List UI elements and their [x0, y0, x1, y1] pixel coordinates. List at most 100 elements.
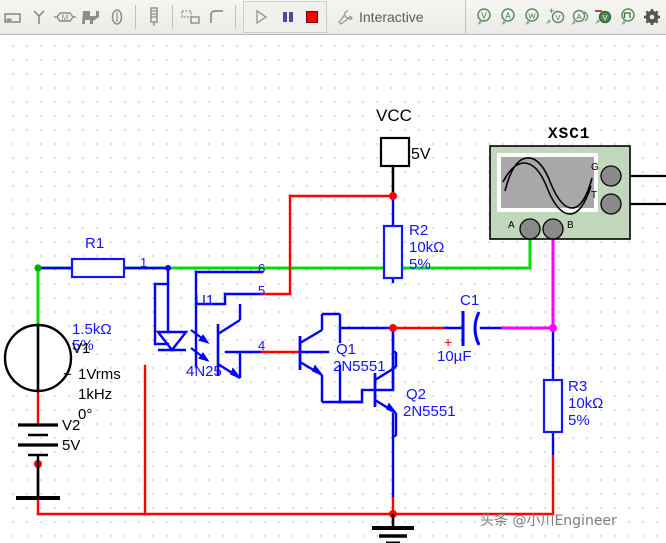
- simulation-mode-selector[interactable]: Interactive: [335, 4, 424, 30]
- wire-blue-optocoupler: [194, 270, 264, 368]
- junction-vcc: [389, 192, 397, 200]
- schematic-canvas[interactable]: R1 1.5kΩ 5% R2 10kΩ 5% R3 10kΩ 5% C1 + 1…: [0, 36, 666, 543]
- svg-text:A: A: [505, 12, 511, 21]
- label-xsc1-ref: XSC1: [548, 125, 591, 143]
- differential-voltage-probe-icon[interactable]: V +: [544, 4, 568, 30]
- label-vcc-ref: VCC: [376, 106, 412, 125]
- junction-output: [549, 324, 557, 332]
- label-u1-pin6: 6: [258, 261, 266, 276]
- reference-voltage-probe-icon[interactable]: V: [592, 4, 616, 30]
- junction-green-input: [34, 264, 42, 272]
- svg-text:A: A: [576, 12, 581, 21]
- junction-dots-blue: [165, 265, 171, 271]
- stop-simulation-button[interactable]: [300, 4, 324, 30]
- label-u1-part: 4N25: [186, 363, 222, 380]
- pause-simulation-button[interactable]: [276, 4, 300, 30]
- label-r3-ref: R3: [568, 378, 588, 395]
- simulation-run-controls: [243, 1, 327, 33]
- multisim-window: M Interactive V A W V + A V R1 1.5kΩ 5% …: [0, 0, 666, 543]
- simulation-mode-label: Interactive: [359, 9, 424, 25]
- label-v1-ref: V1: [72, 340, 91, 357]
- label-v1-wave-symbol: ~: [63, 366, 72, 383]
- label-scope-terminal-b: B: [567, 220, 574, 231]
- label-q2-ref: Q2: [406, 386, 427, 403]
- component-vcc[interactable]: [379, 136, 411, 168]
- junction-collector: [389, 324, 397, 332]
- component-c1[interactable]: [461, 311, 481, 346]
- wrench-icon: [335, 4, 355, 30]
- label-r3-tolerance: 5%: [568, 412, 590, 429]
- label-u1-pin4: 4: [258, 338, 266, 353]
- label-r3-value: 10kΩ: [568, 395, 604, 412]
- wire-red-vcc: [260, 164, 395, 296]
- schematic-drawing: [3, 136, 666, 543]
- svg-text:V: V: [555, 13, 560, 22]
- digital-probe-icon[interactable]: [616, 4, 640, 30]
- wattmeter-probe-icon[interactable]: W: [520, 4, 544, 30]
- scope-terminal-a: [519, 218, 541, 240]
- svg-text:M: M: [62, 14, 69, 23]
- label-scope-terminal-a: A: [508, 220, 515, 231]
- main-toolbar: M Interactive V A W V + A V: [0, 0, 666, 35]
- measurement-probe-icon[interactable]: [141, 4, 167, 30]
- place-antenna-icon[interactable]: [26, 4, 52, 30]
- label-q1-part: 2N5551: [333, 358, 386, 375]
- label-r1-ref: R1: [85, 235, 105, 252]
- label-r2-value: 10kΩ: [409, 239, 445, 256]
- voltmeter-probe-icon[interactable]: V: [472, 4, 496, 30]
- component-v2-battery[interactable]: [18, 423, 58, 464]
- label-r2-tolerance: 5%: [409, 256, 431, 273]
- ground-symbol-left[interactable]: [16, 464, 60, 500]
- label-q2-part: 2N5551: [403, 403, 456, 420]
- watermark-text: 头条 @小川Engineer: [480, 513, 617, 529]
- ground-symbol-main[interactable]: [372, 514, 414, 543]
- current-probe-icon[interactable]: A: [568, 4, 592, 30]
- toolbar-place-group: M: [0, 0, 130, 34]
- svg-text:+: +: [549, 6, 554, 16]
- place-text-icon[interactable]: [104, 4, 130, 30]
- run-simulation-button[interactable]: [246, 4, 276, 30]
- component-r3[interactable]: [542, 378, 564, 434]
- optocoupler-light-arrows: [190, 329, 210, 362]
- place-bus-icon[interactable]: [0, 4, 26, 30]
- ammeter-probe-icon[interactable]: A: [496, 4, 520, 30]
- postprocessor-icon[interactable]: [204, 4, 230, 30]
- place-hierarchical-block-icon[interactable]: M: [52, 4, 78, 30]
- label-r2-ref: R2: [409, 222, 429, 239]
- component-r2[interactable]: [382, 224, 404, 280]
- grapher-icon[interactable]: [178, 4, 204, 30]
- svg-text:V: V: [481, 12, 487, 21]
- svg-text:V: V: [602, 13, 607, 22]
- label-v1-amplitude: 1Vrms: [78, 366, 121, 383]
- wire-red-ground-return: [36, 364, 555, 516]
- label-vcc-value: 5V: [411, 146, 431, 163]
- label-u1-pin1: 1: [140, 255, 148, 270]
- label-c1-ref: C1: [460, 292, 480, 309]
- toolbar-divider-1: [135, 5, 136, 29]
- junction-dots: [34, 264, 42, 272]
- toolbar-probe-group: V A W V + A V: [465, 0, 664, 34]
- label-v2-ref: V2: [62, 417, 81, 434]
- label-u1-pin5: 5: [258, 283, 266, 298]
- svg-text:W: W: [528, 12, 536, 21]
- component-v1-ac-source[interactable]: [3, 323, 73, 393]
- component-r1[interactable]: [70, 257, 126, 279]
- label-scope-terminal-g: G: [591, 162, 599, 173]
- probe-settings-gear-icon[interactable]: [640, 4, 664, 30]
- label-c1-value: 10µF: [437, 348, 472, 365]
- label-v2-value: 5V: [62, 437, 81, 454]
- wire-blue-q2: [360, 326, 395, 500]
- toolbar-analysis-group: [178, 0, 230, 34]
- label-q1-ref: Q1: [336, 341, 357, 358]
- label-u1-ref: U1: [195, 292, 215, 309]
- scope-terminal-t: [600, 193, 622, 215]
- toolbar-divider-3: [235, 5, 236, 29]
- place-comment-icon[interactable]: [78, 4, 104, 30]
- junction-r1-right: [165, 265, 171, 271]
- toolbar-instrument-group: [141, 0, 167, 34]
- scope-terminal-b: [542, 218, 564, 240]
- scope-terminal-g: [600, 165, 622, 187]
- label-v1-frequency: 1kHz: [78, 386, 113, 403]
- label-r1-value: 1.5kΩ: [72, 321, 112, 338]
- junction-dots-magenta: [549, 324, 557, 332]
